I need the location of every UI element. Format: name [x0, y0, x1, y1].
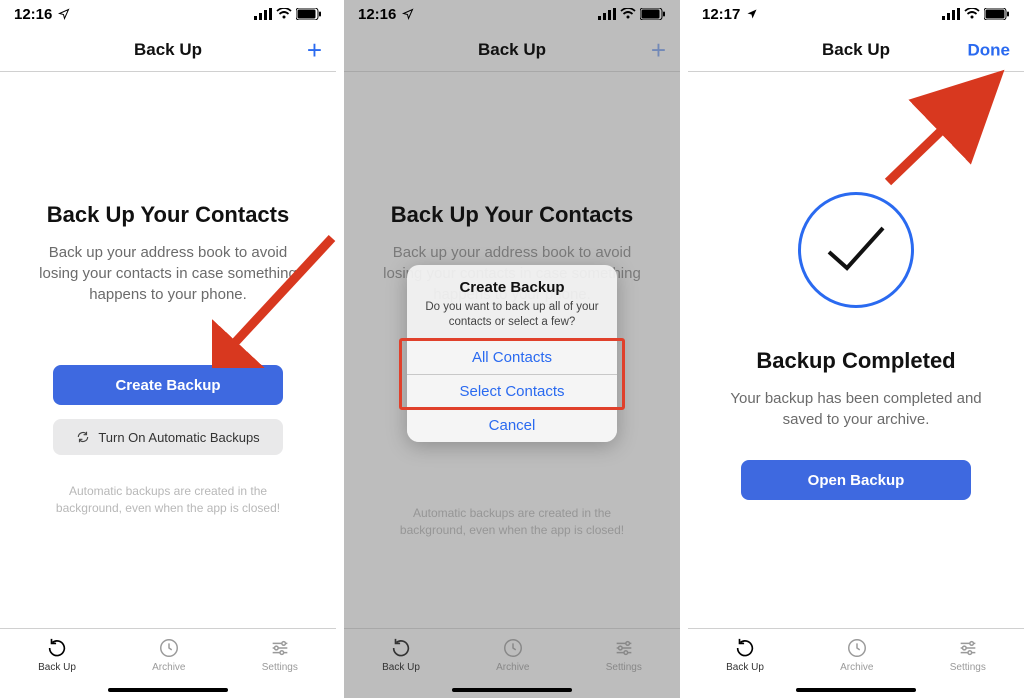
page-title: Back Up Your Contacts	[47, 202, 289, 228]
tab-archive-label: Archive	[840, 662, 873, 673]
status-time: 12:16	[14, 6, 52, 23]
tab-bar: Back Up Archive Settings	[0, 628, 336, 698]
backup-icon	[390, 637, 412, 659]
tab-backup[interactable]: Back Up	[382, 637, 420, 673]
battery-icon	[296, 8, 322, 20]
tab-backup[interactable]: Back Up	[726, 637, 764, 673]
nav-title: Back Up	[134, 40, 202, 60]
cancel-button[interactable]: Cancel	[407, 408, 617, 442]
tab-settings-label: Settings	[950, 662, 986, 673]
tab-settings[interactable]: Settings	[950, 637, 986, 673]
tab-bar: Back Up Archive Settings	[344, 628, 680, 698]
add-button[interactable]: +	[307, 37, 322, 63]
success-checkmark-icon	[798, 192, 914, 308]
hint-text: Automatic backups are created in the bac…	[38, 483, 298, 517]
hint-text: Automatic backups are created in the bac…	[382, 505, 642, 539]
tab-archive[interactable]: Archive	[496, 637, 529, 673]
wifi-icon	[276, 8, 292, 20]
alert-message: Do you want to back up all of your conta…	[419, 300, 605, 330]
select-contacts-button[interactable]: Select Contacts	[407, 374, 617, 408]
status-bar: 12:17	[688, 0, 1024, 28]
nav-title: Back Up	[478, 40, 546, 60]
page-subtitle: Back up your address book to avoid losin…	[33, 242, 303, 305]
add-button[interactable]: +	[651, 37, 666, 63]
tab-settings[interactable]: Settings	[262, 637, 298, 673]
screen-3: 12:17 Back Up Done Backup Completed Your…	[688, 0, 1024, 698]
signal-icon	[598, 8, 616, 20]
content-area: Backup Completed Your backup has been co…	[688, 72, 1024, 628]
settings-icon	[613, 637, 635, 659]
tab-bar: Back Up Archive Settings	[688, 628, 1024, 698]
home-indicator[interactable]	[796, 688, 916, 692]
wifi-icon	[620, 8, 636, 20]
tab-settings-label: Settings	[606, 662, 642, 673]
tab-backup-label: Back Up	[382, 662, 420, 673]
page-title: Back Up Your Contacts	[391, 202, 633, 228]
page-subtitle: Your backup has been completed and saved…	[721, 388, 991, 430]
nav-title: Back Up	[822, 40, 890, 60]
screen-1: 12:16 Back Up + Back Up Your Contacts Ba…	[0, 0, 336, 698]
status-bar: 12:16	[344, 0, 680, 28]
tab-archive-label: Archive	[152, 662, 185, 673]
tab-settings[interactable]: Settings	[606, 637, 642, 673]
all-contacts-button[interactable]: All Contacts	[407, 340, 617, 374]
location-icon	[746, 8, 758, 20]
tab-archive[interactable]: Archive	[152, 637, 185, 673]
signal-icon	[254, 8, 272, 20]
clock-icon	[846, 637, 868, 659]
status-time: 12:16	[358, 6, 396, 23]
status-time: 12:17	[702, 6, 740, 23]
signal-icon	[942, 8, 960, 20]
nav-bar: Back Up Done	[688, 28, 1024, 72]
home-indicator[interactable]	[452, 688, 572, 692]
settings-icon	[269, 637, 291, 659]
tab-backup[interactable]: Back Up	[38, 637, 76, 673]
battery-icon	[984, 8, 1010, 20]
alert-title: Create Backup	[419, 279, 605, 296]
settings-icon	[957, 637, 979, 659]
auto-backup-label: Turn On Automatic Backups	[98, 430, 259, 445]
nav-bar: Back Up +	[344, 28, 680, 72]
content-area: Back Up Your Contacts Back up your addre…	[0, 72, 336, 628]
location-icon	[402, 8, 414, 20]
tab-archive-label: Archive	[496, 662, 529, 673]
create-backup-button[interactable]: Create Backup	[53, 365, 283, 405]
tab-settings-label: Settings	[262, 662, 298, 673]
home-indicator[interactable]	[108, 688, 228, 692]
location-icon	[58, 8, 70, 20]
create-backup-alert: Create Backup Do you want to back up all…	[407, 265, 617, 442]
page-title: Backup Completed	[756, 348, 955, 374]
open-backup-button[interactable]: Open Backup	[741, 460, 971, 500]
tab-backup-label: Back Up	[38, 662, 76, 673]
wifi-icon	[964, 8, 980, 20]
alert-header: Create Backup Do you want to back up all…	[407, 265, 617, 340]
backup-icon	[46, 637, 68, 659]
battery-icon	[640, 8, 666, 20]
refresh-icon	[76, 430, 90, 444]
backup-icon	[734, 637, 756, 659]
done-button[interactable]: Done	[968, 41, 1011, 58]
clock-icon	[502, 637, 524, 659]
tab-backup-label: Back Up	[726, 662, 764, 673]
clock-icon	[158, 637, 180, 659]
tab-archive[interactable]: Archive	[840, 637, 873, 673]
nav-bar: Back Up +	[0, 28, 336, 72]
status-bar: 12:16	[0, 0, 336, 28]
auto-backup-button[interactable]: Turn On Automatic Backups	[53, 419, 283, 455]
screen-2: 12:16 Back Up + Back Up Your Contacts Ba…	[344, 0, 680, 698]
